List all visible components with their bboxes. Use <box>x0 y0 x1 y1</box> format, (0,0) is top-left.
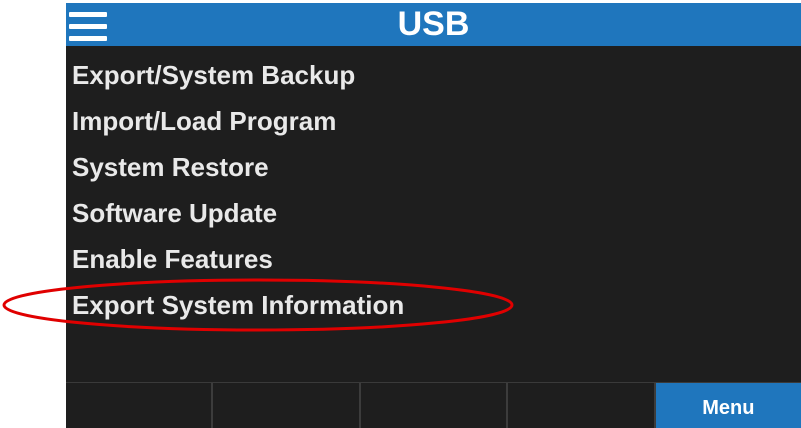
menu-item-software-update[interactable]: Software Update <box>66 190 801 236</box>
softkey-1[interactable] <box>66 383 212 428</box>
hamburger-menu-icon[interactable] <box>66 9 112 43</box>
hamburger-bar <box>69 24 107 29</box>
device-screen: USB Export/System Backup Import/Load Pro… <box>66 3 801 428</box>
page-title: USB <box>397 5 470 43</box>
menu-item-import-load-program[interactable]: Import/Load Program <box>66 98 801 144</box>
menu-item-system-restore[interactable]: System Restore <box>66 144 801 190</box>
softkey-3[interactable] <box>358 383 507 428</box>
menu-item-export-system-backup[interactable]: Export/System Backup <box>66 52 801 98</box>
menu-item-enable-features[interactable]: Enable Features <box>66 236 801 282</box>
softkey-4[interactable] <box>506 383 654 428</box>
hamburger-bar <box>69 12 107 17</box>
menu-softkey[interactable]: Menu <box>653 383 801 428</box>
title-bar: USB <box>66 3 801 46</box>
usb-menu-list: Export/System Backup Import/Load Program… <box>66 52 801 328</box>
hamburger-bar <box>69 36 107 41</box>
softkey-bar: Menu <box>66 382 801 428</box>
menu-item-export-system-information[interactable]: Export System Information <box>66 282 801 328</box>
softkey-2[interactable] <box>211 383 359 428</box>
